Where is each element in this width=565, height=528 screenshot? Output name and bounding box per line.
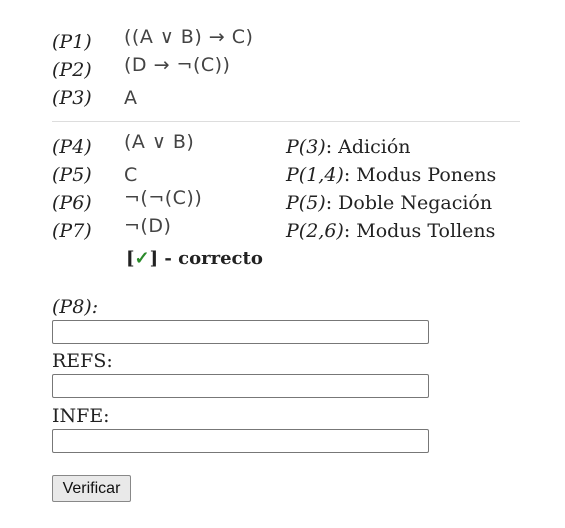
premise-label-1: (P1)	[52, 31, 92, 53]
step-label-4: (P4)	[52, 136, 92, 158]
result-message: [✓] - correcto	[126, 248, 263, 269]
premises-divider	[52, 121, 520, 122]
step-formula-5: C	[124, 164, 138, 186]
result-bracket-open: [	[126, 248, 135, 269]
step-rule-4: : Adición	[325, 136, 411, 158]
result-text: - correcto	[158, 248, 263, 269]
refs-input[interactable]	[52, 374, 429, 398]
step-ref-4: P(3)	[286, 136, 326, 158]
step-label-6: (P6)	[52, 192, 92, 214]
step-rule-5: : Modus Ponens	[343, 164, 497, 186]
step-label-5: (P5)	[52, 164, 92, 186]
step-justification-7: P(2,6): Modus Tollens	[286, 220, 495, 242]
step-ref-7: P(2,6)	[286, 220, 344, 242]
step-rule-6: : Doble Negación	[325, 192, 493, 214]
step-rule-7: : Modus Tollens	[343, 220, 496, 242]
premise-formula-2: (D → ¬(C))	[124, 54, 231, 76]
step-formula-4: (A ∨ B)	[124, 131, 195, 153]
step-formula-6: ¬(¬(C))	[124, 187, 203, 209]
step-ref-5: P(1,4)	[286, 164, 344, 186]
verify-button[interactable]: Verificar	[52, 475, 131, 502]
step-label-7: (P7)	[52, 220, 92, 242]
result-bracket-close: ]	[149, 248, 159, 269]
premise-formula-3: A	[124, 87, 138, 109]
step-field-label: (P8):	[52, 296, 99, 318]
infe-input[interactable]	[52, 429, 429, 453]
step-justification-6: P(5): Doble Negación	[286, 192, 492, 214]
step-justification-5: P(1,4): Modus Ponens	[286, 164, 496, 186]
step-formula-7: ¬(D)	[124, 215, 172, 237]
step-ref-6: P(5)	[286, 192, 326, 214]
step-input[interactable]	[52, 320, 429, 344]
step-justification-4: P(3): Adición	[286, 136, 411, 158]
infe-field-label: INFE:	[52, 405, 110, 427]
premise-label-2: (P2)	[52, 59, 92, 81]
refs-field-label: REFS:	[52, 350, 113, 372]
check-icon: ✓	[134, 248, 150, 269]
premise-formula-1: ((A ∨ B) → C)	[124, 26, 254, 48]
premise-label-3: (P3)	[52, 87, 92, 109]
